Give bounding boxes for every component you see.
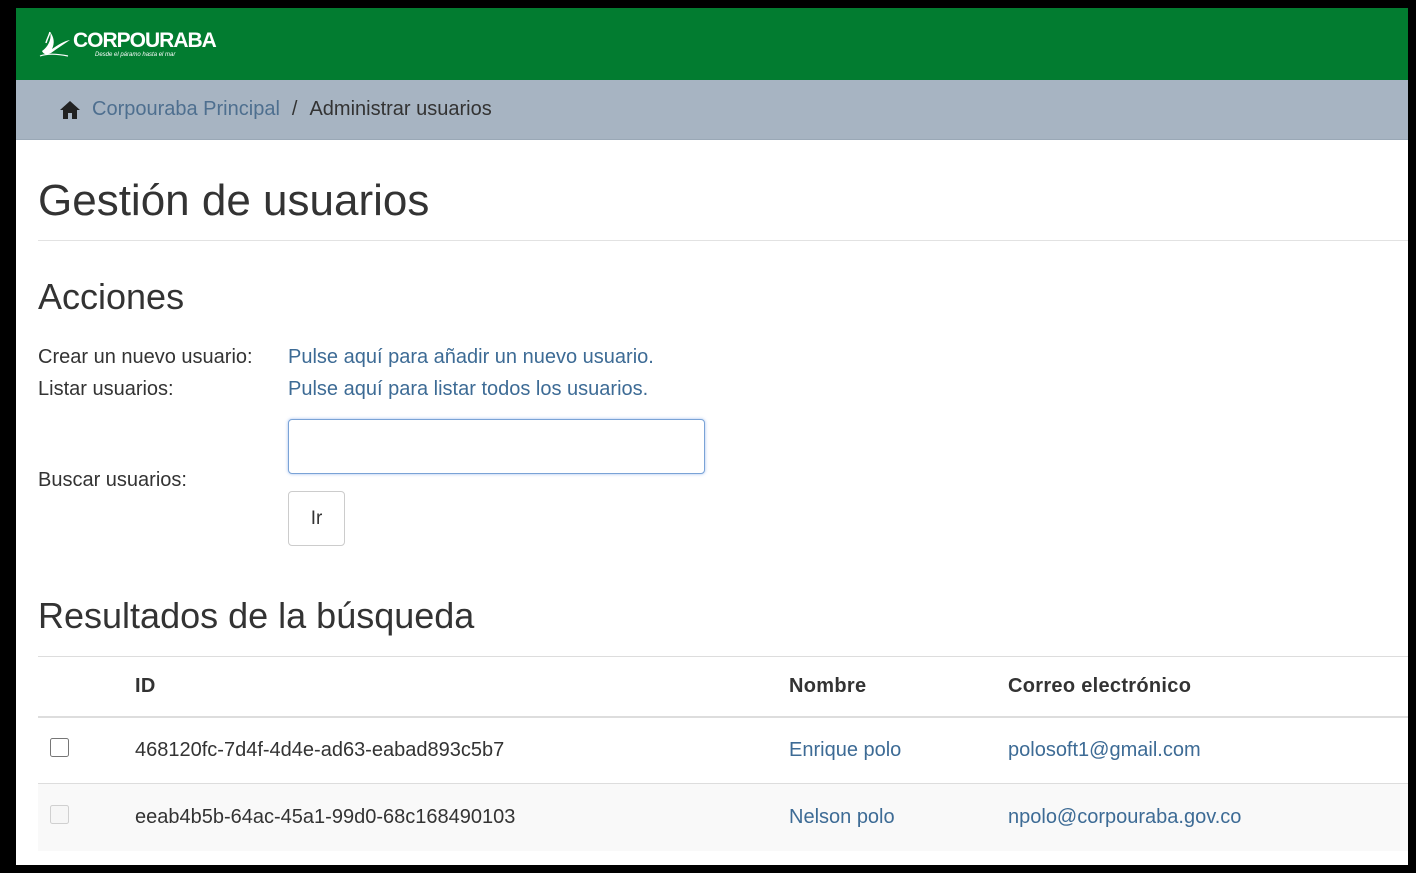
table-row: 468120fc-7d4f-4d4e-ad63-eabad893c5b7 Enr… (38, 716, 1408, 784)
user-id-cell: eeab4b5b-64ac-45a1-99d0-68c168490103 (134, 783, 788, 851)
column-header-email: Correo electrónico (1007, 656, 1408, 718)
column-header-id: ID (134, 656, 788, 718)
list-users-label: Listar usuarios: (38, 378, 174, 400)
corpouraba-logo[interactable]: CORPOURABA Desde el páramo hasta el mar (38, 28, 217, 59)
app-window: CORPOURABA Desde el páramo hasta el mar … (16, 8, 1408, 865)
row-select-checkbox[interactable] (50, 737, 69, 757)
create-user-link[interactable]: Pulse aquí para añadir un nuevo usuario. (288, 341, 654, 373)
user-email-link[interactable]: polosoft1@gmail.com (1008, 739, 1201, 761)
search-go-button[interactable]: Ir (288, 491, 345, 546)
top-navbar: CORPOURABA Desde el páramo hasta el mar (16, 8, 1408, 80)
breadcrumb: Corpouraba Principal / Administrar usuar… (16, 80, 1408, 140)
logo-text: CORPOURABA (73, 28, 217, 52)
breadcrumb-home-link[interactable]: Corpouraba Principal (92, 98, 280, 121)
breadcrumb-separator: / (291, 98, 298, 120)
create-user-label: Crear un nuevo usuario: (38, 346, 253, 368)
table-header-row: ID Nombre Correo electrónico (38, 656, 1408, 718)
search-users-row: Buscar usuarios: Ir (38, 419, 1408, 546)
user-name-link[interactable]: Enrique polo (789, 739, 901, 761)
column-header-name: Nombre (788, 656, 1007, 718)
home-icon[interactable] (60, 100, 80, 119)
actions-list: Crear un nuevo usuario: Pulse aquí para … (38, 341, 1408, 405)
row-select-checkbox-disabled (50, 804, 69, 824)
search-users-label: Buscar usuarios: (38, 469, 187, 491)
table-row: eeab4b5b-64ac-45a1-99d0-68c168490103 Nel… (38, 783, 1408, 851)
create-user-row: Crear un nuevo usuario: Pulse aquí para … (38, 341, 1408, 373)
user-email-link[interactable]: npolo@corpouraba.gov.co (1008, 806, 1241, 828)
logo-tagline: Desde el páramo hasta el mar (95, 51, 176, 58)
search-input[interactable] (288, 419, 705, 474)
list-users-row: Listar usuarios: Pulse aquí para listar … (38, 373, 1408, 405)
column-header-select (38, 656, 134, 718)
list-users-link[interactable]: Pulse aquí para listar todos los usuario… (288, 373, 648, 405)
page-title: Gestión de usuarios (38, 140, 1408, 241)
bird-logo-icon (39, 31, 70, 57)
actions-heading: Acciones (38, 276, 185, 317)
breadcrumb-current: Administrar usuarios (309, 98, 492, 120)
main-content: Gestión de usuarios Acciones Crear un nu… (16, 140, 1408, 851)
results-heading: Resultados de la búsqueda (38, 595, 475, 636)
user-name-link[interactable]: Nelson polo (789, 806, 895, 828)
user-id-cell: 468120fc-7d4f-4d4e-ad63-eabad893c5b7 (134, 716, 788, 784)
results-table: ID Nombre Correo electrónico 468120fc-7d… (38, 656, 1408, 851)
